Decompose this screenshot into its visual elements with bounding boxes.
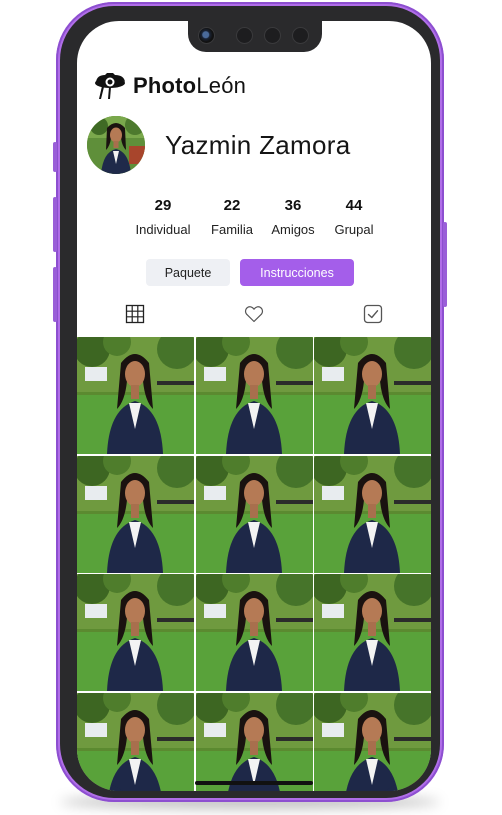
gallery-photo[interactable]: [314, 455, 431, 573]
sensor-icon: [292, 27, 309, 44]
gallery-photo[interactable]: [195, 692, 313, 791]
phone-screen: PhotoLeón Yazmin Zamora 29 Individual 22…: [77, 21, 431, 791]
heart-icon[interactable]: [244, 304, 264, 324]
gallery-photo[interactable]: [314, 692, 431, 791]
app-logo: PhotoLeón: [93, 71, 246, 101]
gallery-photo[interactable]: [77, 455, 194, 573]
phone-frame: PhotoLeón Yazmin Zamora 29 Individual 22…: [53, 2, 447, 802]
brand-name-rest: León: [196, 73, 247, 98]
sensor-icon: [264, 27, 281, 44]
power-button: [443, 222, 447, 307]
stat-individual: 29 Individual: [123, 197, 203, 237]
mute-switch: [53, 142, 57, 172]
stat-value: 29: [154, 197, 172, 214]
gallery-photo[interactable]: [195, 455, 313, 573]
notch: [188, 21, 322, 52]
photo-grid: [77, 337, 431, 791]
profile-name: Yazmin Zamora: [165, 130, 351, 160]
stat-value: 44: [345, 197, 363, 214]
home-indicator[interactable]: [195, 781, 313, 785]
avatar-photo: [87, 116, 145, 174]
gallery-photo[interactable]: [314, 574, 431, 691]
gallery-photo[interactable]: [77, 574, 194, 691]
instrucciones-button[interactable]: Instrucciones: [240, 259, 354, 286]
front-camera-icon: [198, 27, 215, 44]
sensor-icon: [236, 27, 253, 44]
stat-grupal: 44 Grupal: [314, 197, 394, 237]
volume-up-button: [53, 197, 57, 252]
camera-logo-icon: [95, 73, 125, 99]
grid-icon[interactable]: [125, 304, 145, 324]
phone-bezel: PhotoLeón Yazmin Zamora 29 Individual 22…: [60, 6, 440, 798]
gallery-photo[interactable]: [77, 337, 194, 454]
gallery-photo[interactable]: [314, 337, 431, 454]
gallery-photo[interactable]: [195, 337, 313, 454]
gallery-photo[interactable]: [77, 692, 194, 791]
paquete-button[interactable]: Paquete: [146, 259, 230, 286]
avatar[interactable]: [87, 116, 145, 174]
volume-down-button: [53, 267, 57, 322]
checkbox-icon[interactable]: [363, 304, 383, 324]
stat-label: Individual: [135, 222, 191, 237]
brand-name: PhotoLeón: [133, 73, 246, 99]
stat-label: Grupal: [334, 222, 374, 237]
gallery-photo[interactable]: [195, 574, 313, 691]
brand-name-bold: Photo: [133, 73, 197, 98]
